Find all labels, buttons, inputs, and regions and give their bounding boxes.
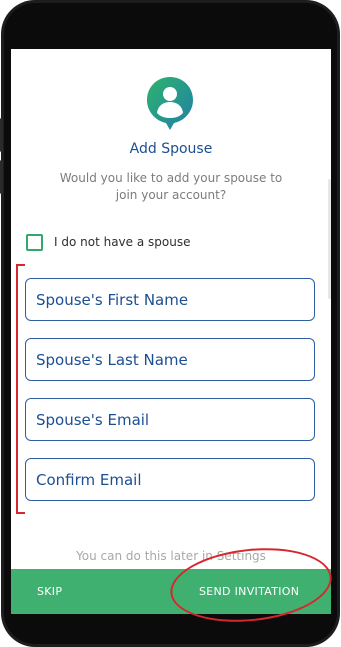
settings-hint: You can do this later in Settings [76,549,266,563]
spouse-first-name-placeholder: Spouse's First Name [36,290,189,309]
footer-bar: SKIP SEND INVITATION [11,569,331,614]
volume-button-lower [0,160,3,194]
app-screen: Add Spouse Would you like to add your sp… [11,49,331,614]
confirm-email-field[interactable]: Confirm Email [25,458,315,501]
user-avatar-pin-icon [147,77,193,130]
send-invitation-button[interactable]: SEND INVITATION [199,569,299,614]
spouse-email-field[interactable]: Spouse's Email [25,398,315,441]
page-subtitle: Would you like to add your spouse to joi… [59,171,283,202]
spouse-email-placeholder: Spouse's Email [36,410,150,429]
confirm-email-placeholder: Confirm Email [36,470,142,489]
no-spouse-checkbox[interactable] [26,233,43,251]
volume-button [0,118,3,152]
skip-button[interactable]: SKIP [37,569,62,614]
page-title: Add Spouse [129,141,213,157]
no-spouse-checkbox-row[interactable]: I do not have a spouse [26,233,190,251]
annotation-bracket [16,264,25,514]
no-spouse-checkbox-label: I do not have a spouse [54,235,191,249]
spouse-last-name-placeholder: Spouse's Last Name [36,350,188,369]
scrollbar[interactable] [328,179,331,299]
spouse-last-name-field[interactable]: Spouse's Last Name [25,338,315,381]
spouse-first-name-field[interactable]: Spouse's First Name [25,278,315,321]
